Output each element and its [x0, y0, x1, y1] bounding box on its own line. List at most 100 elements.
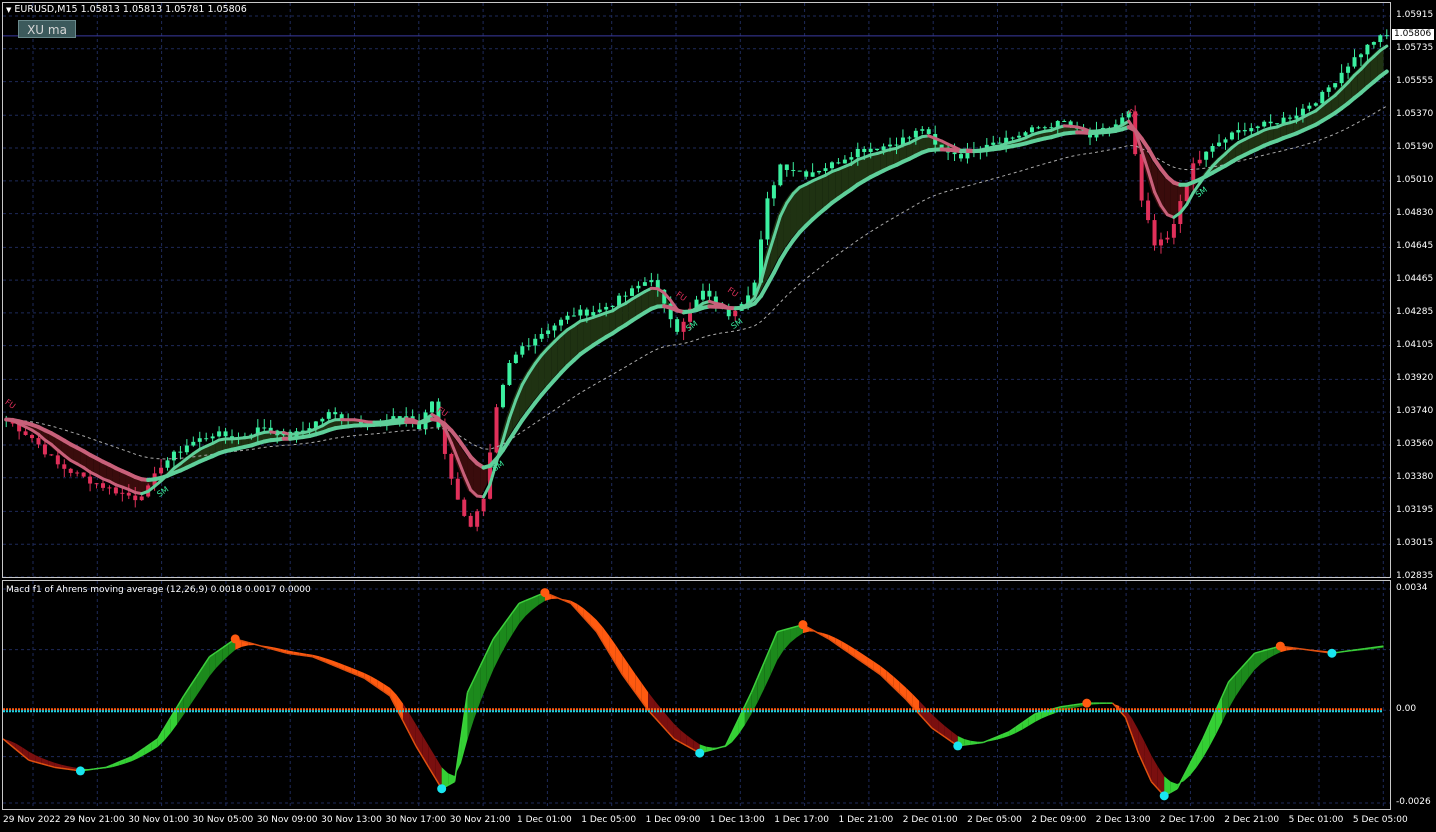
- trough-dot: [75, 766, 85, 776]
- candle-body: [88, 476, 93, 484]
- macd-line-segment: [1067, 704, 1074, 707]
- macd-fill-segment: [596, 619, 603, 643]
- candle-body: [920, 129, 925, 131]
- macd-line-segment: [1376, 645, 1384, 648]
- candle-body: [1042, 127, 1047, 129]
- candle-body: [430, 401, 435, 413]
- macd-line-segment: [293, 653, 300, 656]
- price-axis-label: 1.04105: [1396, 339, 1434, 350]
- collapse-triangle-icon[interactable]: ▼: [6, 6, 11, 14]
- macd-fill-segment: [1202, 724, 1210, 758]
- macd-indicator-title: Macd f1 of Ahrens moving average (12,26,…: [6, 585, 311, 595]
- candle-body: [642, 282, 647, 286]
- candle-body: [1378, 35, 1383, 43]
- candle-body: [171, 451, 176, 461]
- candle-body: [62, 464, 67, 469]
- price-axis-label: 1.03920: [1396, 373, 1434, 384]
- candle-body: [1307, 105, 1312, 109]
- macd-line-segment: [1286, 646, 1294, 649]
- candle-body: [1358, 54, 1363, 58]
- candle-body: [810, 172, 815, 177]
- time-axis-label: 1 Dec 17:00: [774, 815, 829, 825]
- macd-line-segment: [718, 745, 726, 749]
- price-axis-label: 1.04285: [1396, 306, 1434, 317]
- macd-fill-segment: [1196, 738, 1203, 768]
- candle-body: [700, 290, 705, 300]
- candle-body: [94, 483, 99, 485]
- candle-body: [107, 487, 112, 489]
- symbol-info: ▼ EURUSD,M15 1.05813 1.05813 1.05781 1.05…: [6, 4, 247, 15]
- price-chart-canvas[interactable]: FUSMFUSMFUSMFUSMFUSM: [3, 3, 1390, 577]
- macd-subwindow-pane[interactable]: [2, 580, 1391, 810]
- candle-body: [468, 515, 473, 527]
- price-axis-label: 1.03015: [1396, 538, 1434, 549]
- long-ma-line: [6, 105, 1388, 460]
- macd-line-segment: [1299, 647, 1307, 651]
- macd-line-segment: [964, 743, 971, 746]
- macd-fill-segment: [164, 717, 171, 741]
- candle-body: [939, 144, 944, 148]
- candle-body: [55, 455, 60, 465]
- candle-body: [1152, 220, 1157, 246]
- time-axis-label: 30 Nov 13:00: [321, 815, 382, 825]
- peak-dot: [798, 620, 808, 630]
- candle-body: [733, 310, 738, 317]
- price-chart-pane[interactable]: FU SM FU SM FU SM FU SM FU SM: [2, 2, 1391, 578]
- time-axis-label: 29 Nov 21:00: [63, 815, 125, 825]
- candle-body: [584, 309, 589, 316]
- candle-body: [610, 305, 615, 307]
- peak-dot: [540, 588, 550, 598]
- macd-line-segment: [86, 768, 94, 771]
- candle-body: [139, 496, 144, 501]
- candle-body: [991, 142, 996, 145]
- candle-body: [449, 453, 454, 479]
- slow-ma: [4, 69, 1389, 483]
- macd-chart-canvas[interactable]: [3, 581, 1390, 809]
- macd-axis-label: 0.00: [1396, 704, 1417, 715]
- macd-fill-segment: [396, 694, 403, 721]
- xu-ma-button[interactable]: XU ma: [18, 20, 76, 38]
- macd-line-segment: [970, 742, 978, 745]
- sell-signal-label: FU: [3, 397, 17, 410]
- candle-body: [500, 384, 505, 408]
- macd-fill-segment: [1254, 651, 1261, 670]
- candle-body: [675, 319, 680, 332]
- candle-body: [178, 451, 183, 453]
- candle-body: [1223, 139, 1228, 143]
- candle-body: [481, 498, 486, 512]
- candle-body: [1210, 145, 1215, 152]
- candle-body: [520, 346, 525, 355]
- candle-body: [765, 198, 770, 240]
- main-grid: [3, 3, 1390, 577]
- macd-line-segment: [299, 654, 307, 657]
- macd-line-segment: [254, 643, 262, 647]
- macd-fill-segment: [783, 628, 791, 651]
- candle-body: [894, 144, 899, 146]
- candle-body: [855, 148, 860, 158]
- candle-body: [42, 444, 47, 455]
- candle-body: [1204, 151, 1209, 160]
- buy-signal-label: SM: [155, 485, 170, 499]
- candle-body: [184, 445, 189, 453]
- macd-line-segment: [60, 767, 68, 770]
- time-axis-label: 2 Dec 09:00: [1031, 815, 1087, 825]
- candle-body: [268, 427, 273, 431]
- peak-dot: [1275, 641, 1285, 651]
- macd-line-segment: [1312, 649, 1320, 653]
- candle-body: [868, 148, 873, 152]
- macd-fill-segment: [493, 630, 500, 670]
- time-axis-label: 2 Dec 13:00: [1095, 815, 1151, 825]
- time-axis-label: 1 Dec 21:00: [838, 815, 894, 825]
- time-axis-label: 2 Dec 01:00: [902, 815, 958, 825]
- candle-body: [513, 354, 518, 364]
- time-axis-label: 1 Dec 01:00: [516, 815, 572, 825]
- candle-body: [333, 412, 338, 415]
- candle-body: [778, 164, 783, 186]
- macd-line-segment: [93, 767, 100, 770]
- price-axis-label: 1.03560: [1396, 438, 1434, 449]
- candle-body: [958, 154, 963, 159]
- candle-body: [30, 434, 35, 439]
- candle-body: [952, 152, 957, 155]
- price-axis-label: 1.03195: [1396, 505, 1434, 516]
- candle-body: [629, 288, 634, 296]
